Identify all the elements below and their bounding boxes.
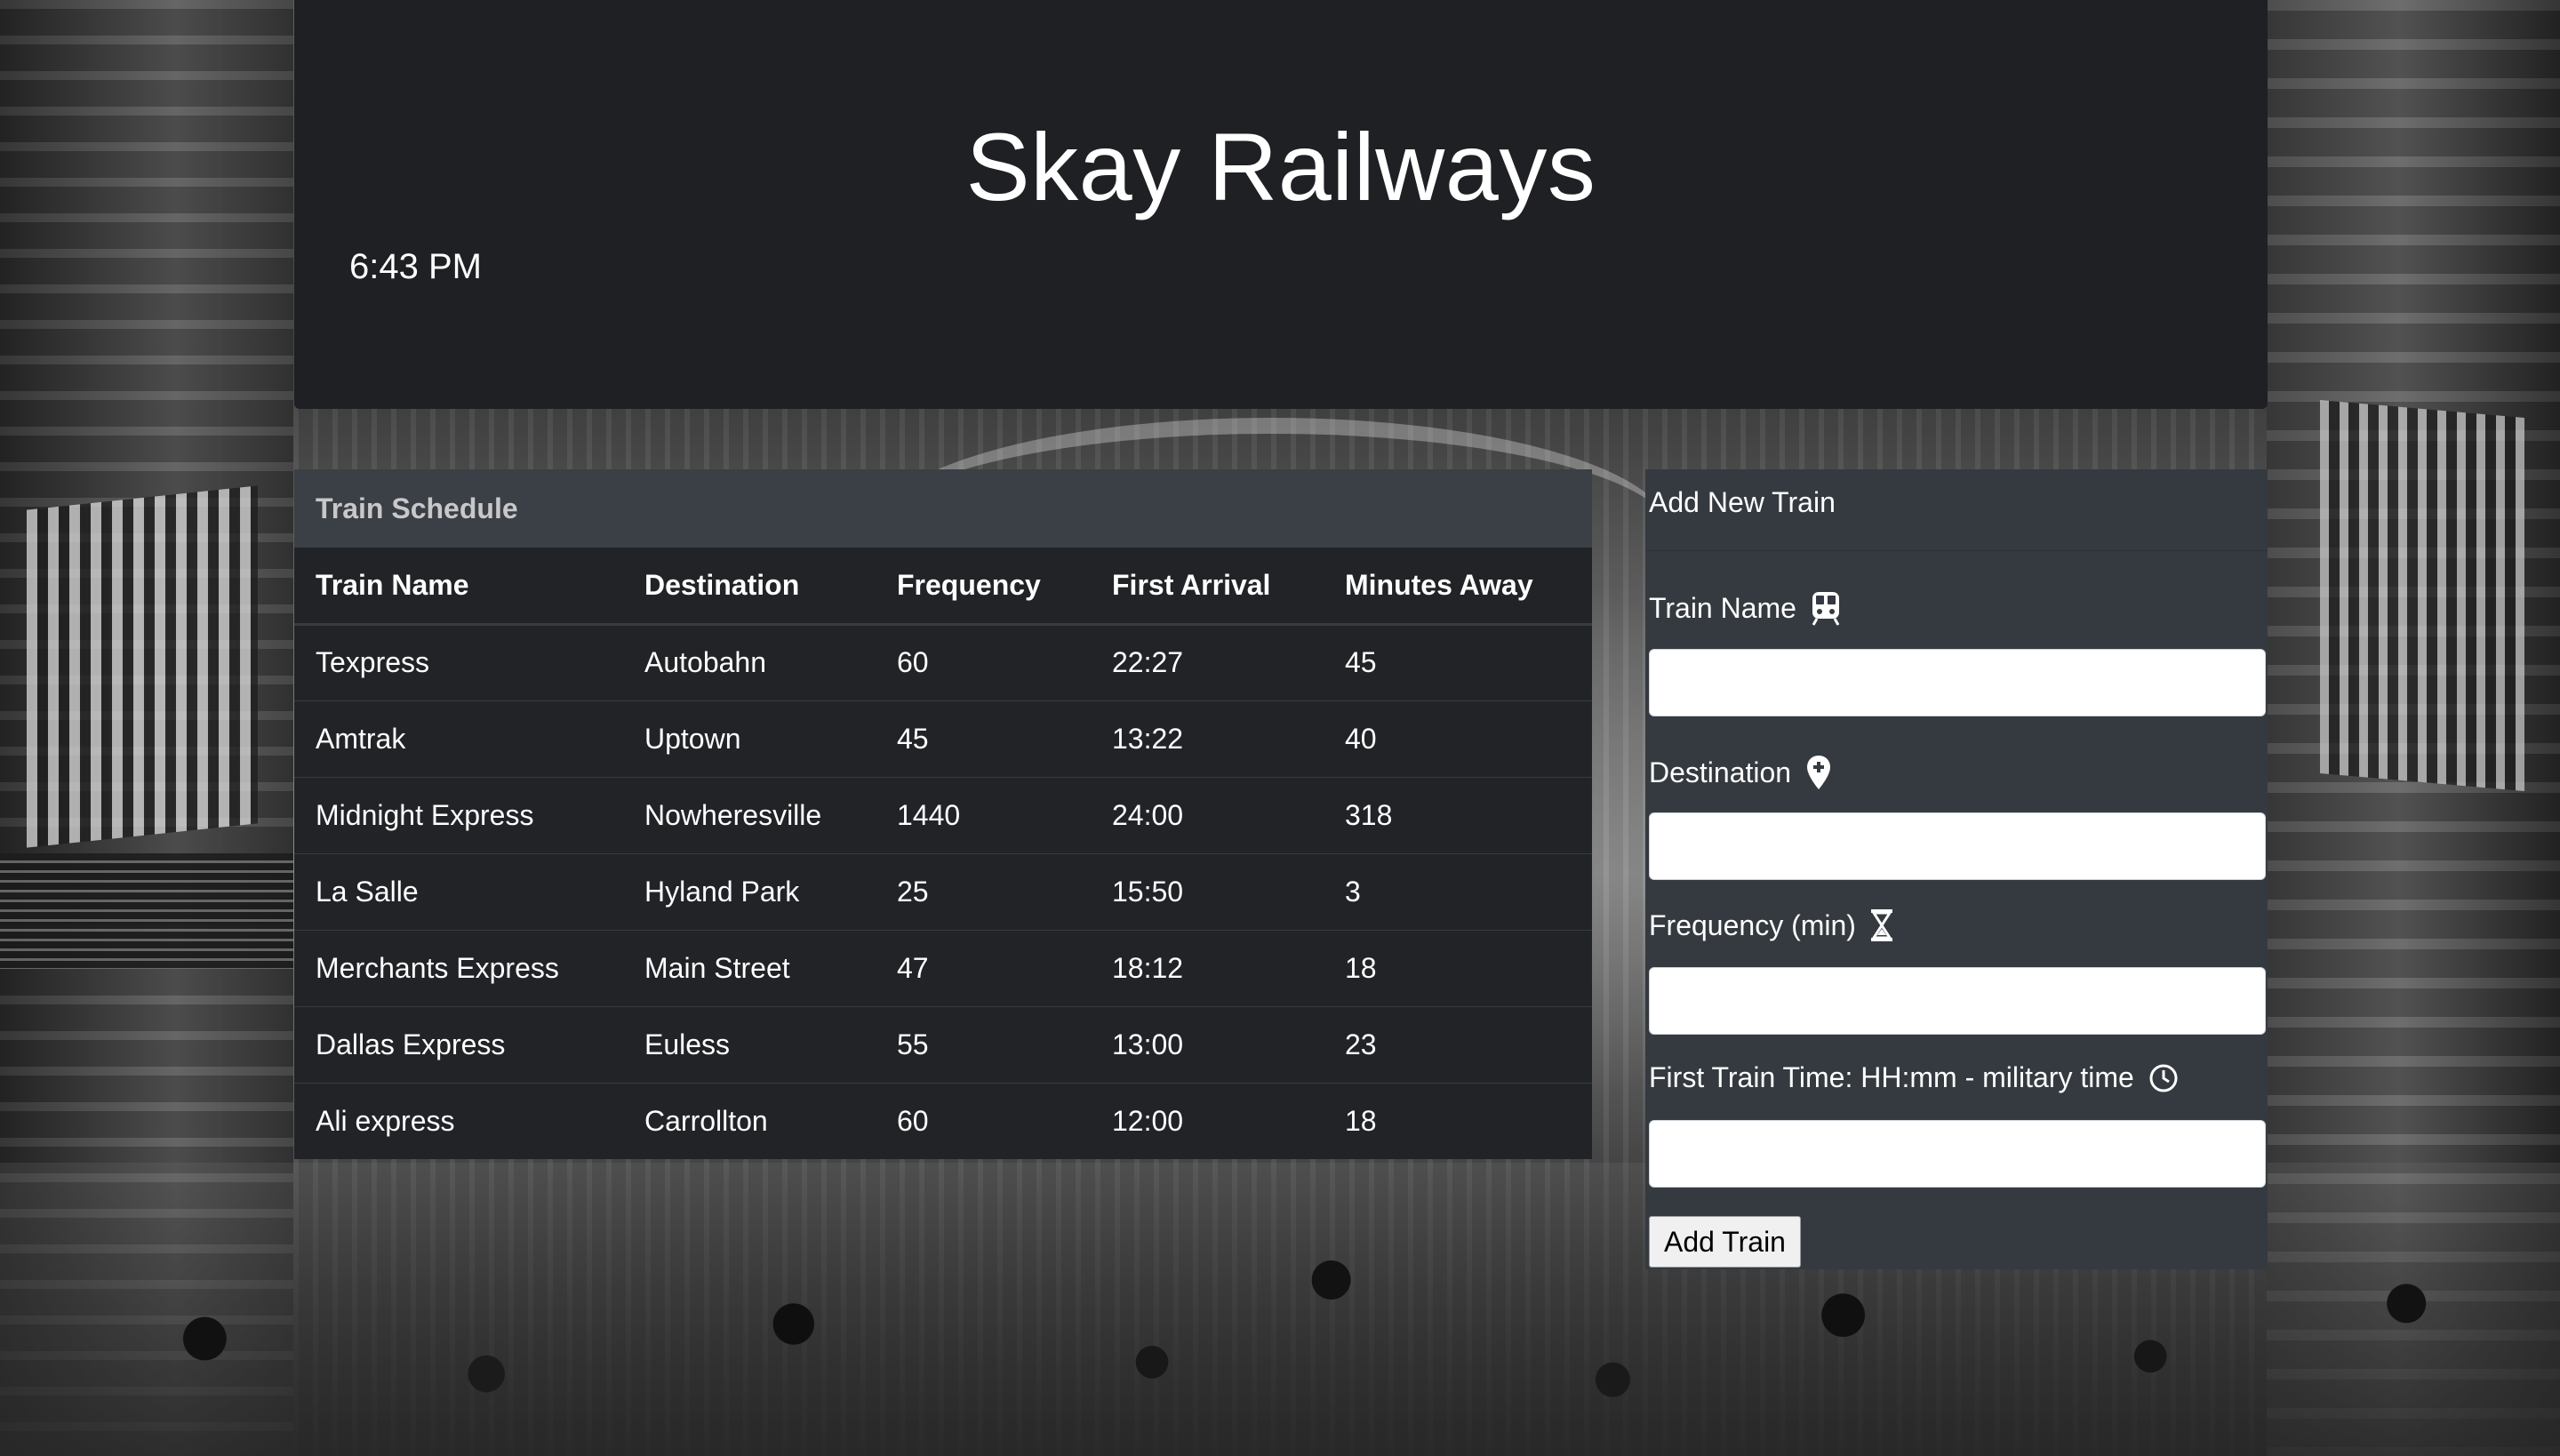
cell-train-name: La Salle	[294, 852, 623, 930]
table-row: Dallas Express Euless 55 13:00 23	[294, 1005, 1592, 1083]
hourglass-icon	[1870, 909, 1892, 941]
current-time: 6:43 PM	[349, 247, 482, 286]
first-train-time-label-text: First Train Time: HH:mm - military time	[1649, 1061, 2134, 1093]
cell-train-name: Merchants Express	[294, 929, 623, 1006]
cell-frequency: 1440	[876, 776, 1091, 853]
cell-minutes-away: 45	[1324, 623, 1592, 700]
background-window-left	[27, 485, 258, 848]
cell-first-arrival: 12:00	[1091, 1082, 1324, 1159]
cell-minutes-away: 18	[1324, 1082, 1592, 1159]
cell-train-name: Dallas Express	[294, 1005, 623, 1083]
cell-first-arrival: 24:00	[1091, 776, 1324, 853]
cell-destination: Hyland Park	[623, 852, 876, 930]
cell-frequency: 60	[876, 1082, 1091, 1159]
cell-frequency: 47	[876, 929, 1091, 1006]
frequency-label-text: Frequency (min)	[1649, 908, 1856, 941]
destination-label-text: Destination	[1649, 756, 1792, 788]
frequency-input[interactable]	[1649, 967, 2266, 1035]
cell-destination: Nowheresville	[623, 776, 876, 853]
cell-minutes-away: 18	[1324, 929, 1592, 1006]
schedule-title: Train Schedule	[294, 469, 1592, 548]
cell-minutes-away: 318	[1324, 776, 1592, 853]
add-train-title: Add New Train	[1645, 469, 2268, 551]
cell-frequency: 25	[876, 852, 1091, 930]
table-header-row: Train Name Destination Frequency First A…	[294, 548, 1592, 626]
header-banner: Skay Railways 6:43 PM	[294, 0, 2268, 409]
background-window-right	[2320, 399, 2524, 792]
table-row: Texpress Autobahn 60 22:27 45	[294, 623, 1592, 700]
add-train-panel: Add New Train Train Name Destination Fre…	[1645, 469, 2268, 1269]
cell-minutes-away: 3	[1324, 852, 1592, 930]
cell-first-arrival: 13:22	[1091, 700, 1324, 777]
cell-first-arrival: 18:12	[1091, 929, 1324, 1006]
cell-destination: Autobahn	[623, 623, 876, 700]
clock-icon	[2149, 1064, 2178, 1092]
cell-frequency: 55	[876, 1005, 1091, 1083]
cell-frequency: 45	[876, 700, 1091, 777]
train-name-label: Train Name	[1649, 590, 1841, 626]
table-row: Merchants Express Main Street 47 18:12 1…	[294, 929, 1592, 1006]
cell-first-arrival: 15:50	[1091, 852, 1324, 930]
cell-train-name: Amtrak	[294, 700, 623, 777]
cell-train-name: Texpress	[294, 623, 623, 700]
cell-train-name: Ali express	[294, 1082, 623, 1159]
column-header-frequency: Frequency	[876, 548, 1091, 626]
table-row: La Salle Hyland Park 25 15:50 3	[294, 852, 1592, 930]
table-row: Midnight Express Nowheresville 1440 24:0…	[294, 776, 1592, 853]
cell-first-arrival: 13:00	[1091, 1005, 1324, 1083]
frequency-label: Frequency (min)	[1649, 908, 1893, 942]
cell-train-name: Midnight Express	[294, 776, 623, 853]
cell-minutes-away: 40	[1324, 700, 1592, 777]
schedule-table: Train Name Destination Frequency First A…	[294, 548, 1592, 1159]
destination-label: Destination	[1649, 754, 1832, 791]
page-title: Skay Railways	[965, 113, 1596, 220]
table-row: Ali express Carrollton 60 12:00 18	[294, 1082, 1592, 1159]
cell-first-arrival: 22:27	[1091, 623, 1324, 700]
table-row: Amtrak Uptown 45 13:22 40	[294, 700, 1592, 777]
first-train-time-input[interactable]	[1649, 1120, 2266, 1188]
add-train-button[interactable]: Add Train	[1649, 1216, 1801, 1268]
map-marker-icon	[1807, 756, 1831, 789]
train-icon	[1812, 592, 1840, 626]
train-name-label-text: Train Name	[1649, 591, 1796, 624]
column-header-minutes-away: Minutes Away	[1324, 548, 1592, 626]
cell-destination: Euless	[623, 1005, 876, 1083]
train-schedule-panel: Train Schedule Train Name Destination Fr…	[294, 469, 1592, 1159]
cell-destination: Uptown	[623, 700, 876, 777]
cell-frequency: 60	[876, 623, 1091, 700]
train-name-input[interactable]	[1649, 649, 2266, 716]
destination-input[interactable]	[1649, 812, 2266, 880]
background-departure-board	[0, 853, 293, 969]
column-header-first-arrival: First Arrival	[1091, 548, 1324, 626]
first-train-time-label: First Train Time: HH:mm - military time	[1649, 1061, 2179, 1094]
cell-destination: Carrollton	[623, 1082, 876, 1159]
column-header-train-name: Train Name	[294, 548, 623, 626]
cell-destination: Main Street	[623, 929, 876, 1006]
column-header-destination: Destination	[623, 548, 876, 626]
cell-minutes-away: 23	[1324, 1005, 1592, 1083]
